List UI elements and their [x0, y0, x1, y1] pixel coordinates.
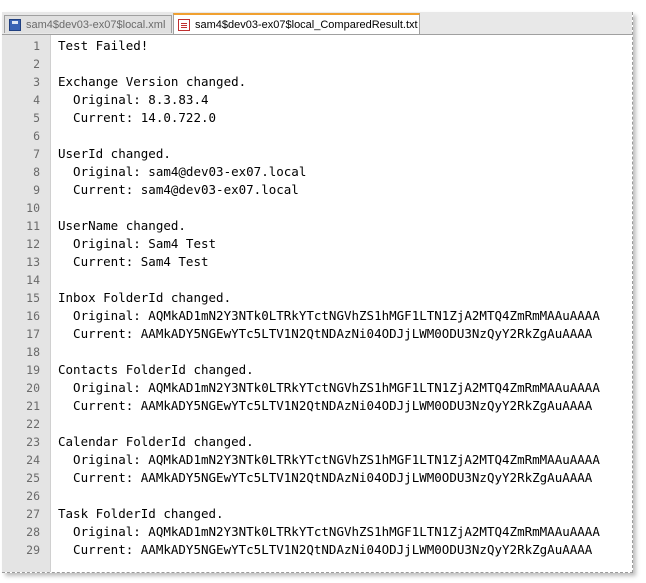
editor-line[interactable]: 16 Original: AQMkAD1mN2Y3NTk0LTRkYTctNGV…	[2, 307, 632, 325]
editor-line[interactable]: 22	[2, 415, 632, 433]
editor-line[interactable]: 26	[2, 487, 632, 505]
line-number: 25	[26, 471, 40, 485]
line-text: Original: Sam4 Test	[58, 236, 217, 251]
line-text: Inbox FolderId changed.	[58, 290, 232, 305]
line-number: 26	[26, 489, 40, 503]
line-number: 23	[26, 435, 40, 449]
editor-line[interactable]: 21 Current: AAMkADY5NGEwYTc5LTV1N2QtNDAz…	[2, 397, 632, 415]
editor-line[interactable]: 1 Test Failed!	[2, 37, 632, 55]
tab-compared-result[interactable]: sam4$dev03-ex07$local_ComparedResult.txt	[173, 13, 420, 34]
line-text: Original: 8.3.83.4	[58, 92, 209, 107]
line-number: 12	[26, 237, 40, 251]
line-text: UserId changed.	[58, 146, 171, 161]
line-text: Contacts FolderId changed.	[58, 362, 254, 377]
line-number: 8	[33, 165, 40, 179]
line-text: Exchange Version changed.	[58, 74, 247, 89]
line-text: Original: sam4@dev03-ex07.local	[58, 164, 307, 179]
editor-line[interactable]: 20 Original: AQMkAD1mN2Y3NTk0LTRkYTctNGV…	[2, 379, 632, 397]
editor-line[interactable]: 23 Calendar FolderId changed.	[2, 433, 632, 451]
line-number: 13	[26, 255, 40, 269]
line-number: 15	[26, 291, 40, 305]
line-text: Original: AQMkAD1mN2Y3NTk0LTRkYTctNGVhZS…	[58, 308, 600, 323]
disk-icon	[9, 18, 21, 31]
line-text: Task FolderId changed.	[58, 506, 224, 521]
line-number: 14	[26, 273, 40, 287]
line-number: 28	[26, 525, 40, 539]
line-text: UserName changed.	[58, 218, 186, 233]
line-number: 27	[26, 507, 40, 521]
editor-line[interactable]: 6	[2, 127, 632, 145]
line-number: 5	[33, 111, 40, 125]
editor-line[interactable]: 3 Exchange Version changed.	[2, 73, 632, 91]
line-text: Original: AQMkAD1mN2Y3NTk0LTRkYTctNGVhZS…	[58, 380, 600, 395]
line-number: 24	[26, 453, 40, 467]
line-text: Current: AAMkADY5NGEwYTc5LTV1N2QtNDAzNi0…	[58, 398, 593, 413]
line-number: 29	[26, 543, 40, 557]
editor-line[interactable]: 11 UserName changed.	[2, 217, 632, 235]
line-number: 19	[26, 363, 40, 377]
editor-line[interactable]: 13 Current: Sam4 Test	[2, 253, 632, 271]
editor-line[interactable]: 27 Task FolderId changed.	[2, 505, 632, 523]
editor-line[interactable]: 8 Original: sam4@dev03-ex07.local	[2, 163, 632, 181]
editor-line[interactable]: 9 Current: sam4@dev03-ex07.local	[2, 181, 632, 199]
editor-lines: 1 Test Failed! 2 3 Exchange Version change…	[2, 37, 632, 559]
line-text: Current: AAMkADY5NGEwYTc5LTV1N2QtNDAzNi0…	[58, 542, 593, 557]
line-number: 6	[33, 129, 40, 143]
editor-line[interactable]: 4 Original: 8.3.83.4	[2, 91, 632, 109]
line-number: 2	[33, 57, 40, 71]
line-number: 10	[26, 201, 40, 215]
editor-line[interactable]: 15 Inbox FolderId changed.	[2, 289, 632, 307]
line-number: 1	[33, 39, 40, 53]
line-number: 17	[26, 327, 40, 341]
line-text: Current: AAMkADY5NGEwYTc5LTV1N2QtNDAzNi0…	[58, 470, 593, 485]
line-number: 22	[26, 417, 40, 431]
editor-line[interactable]: 2	[2, 55, 632, 73]
tab-label: sam4$dev03-ex07$local.xml	[26, 18, 166, 31]
line-number: 3	[33, 75, 40, 89]
editor-line[interactable]: 24 Original: AQMkAD1mN2Y3NTk0LTRkYTctNGV…	[2, 451, 632, 469]
editor-line[interactable]: 7 UserId changed.	[2, 145, 632, 163]
line-text: Original: AQMkAD1mN2Y3NTk0LTRkYTctNGVhZS…	[58, 524, 600, 539]
line-number: 11	[26, 219, 40, 233]
editor-line[interactable]: 17 Current: AAMkADY5NGEwYTc5LTV1N2QtNDAz…	[2, 325, 632, 343]
editor-line[interactable]: 25 Current: AAMkADY5NGEwYTc5LTV1N2QtNDAz…	[2, 469, 632, 487]
line-text: Current: sam4@dev03-ex07.local	[58, 182, 299, 197]
line-text: Test Failed!	[58, 38, 149, 53]
line-number: 21	[26, 399, 40, 413]
line-text: Current: Sam4 Test	[58, 254, 209, 269]
line-number: 9	[33, 183, 40, 197]
line-number: 4	[33, 93, 40, 107]
line-number: 16	[26, 309, 40, 323]
editor-line[interactable]: 18	[2, 343, 632, 361]
editor-line[interactable]: 5 Current: 14.0.722.0	[2, 109, 632, 127]
editor-line[interactable]: 14	[2, 271, 632, 289]
editor-line[interactable]: 19 Contacts FolderId changed.	[2, 361, 632, 379]
line-number: 18	[26, 345, 40, 359]
line-text: Current: 14.0.722.0	[58, 110, 217, 125]
line-number: 20	[26, 381, 40, 395]
tab-label: sam4$dev03-ex07$local_ComparedResult.txt	[195, 18, 418, 31]
tab-local-xml[interactable]: sam4$dev03-ex07$local.xml	[4, 15, 172, 33]
editor-line[interactable]: 10	[2, 199, 632, 217]
editor-line[interactable]: 12 Original: Sam4 Test	[2, 235, 632, 253]
editor-line[interactable]: 29 Current: AAMkADY5NGEwYTc5LTV1N2QtNDAz…	[2, 541, 632, 559]
text-file-icon	[178, 18, 190, 31]
line-text: Calendar FolderId changed.	[58, 434, 254, 449]
tab-bar: sam4$dev03-ex07$local.xml sam4$dev03-ex0…	[2, 12, 632, 35]
line-text: Original: AQMkAD1mN2Y3NTk0LTRkYTctNGVhZS…	[58, 452, 600, 467]
line-text: Current: AAMkADY5NGEwYTc5LTV1N2QtNDAzNi0…	[58, 326, 593, 341]
line-number: 7	[33, 147, 40, 161]
editor-window: sam4$dev03-ex07$local.xml sam4$dev03-ex0…	[2, 12, 633, 573]
editor-line[interactable]: 28 Original: AQMkAD1mN2Y3NTk0LTRkYTctNGV…	[2, 523, 632, 541]
text-editor[interactable]: 1 Test Failed! 2 3 Exchange Version change…	[2, 35, 632, 572]
